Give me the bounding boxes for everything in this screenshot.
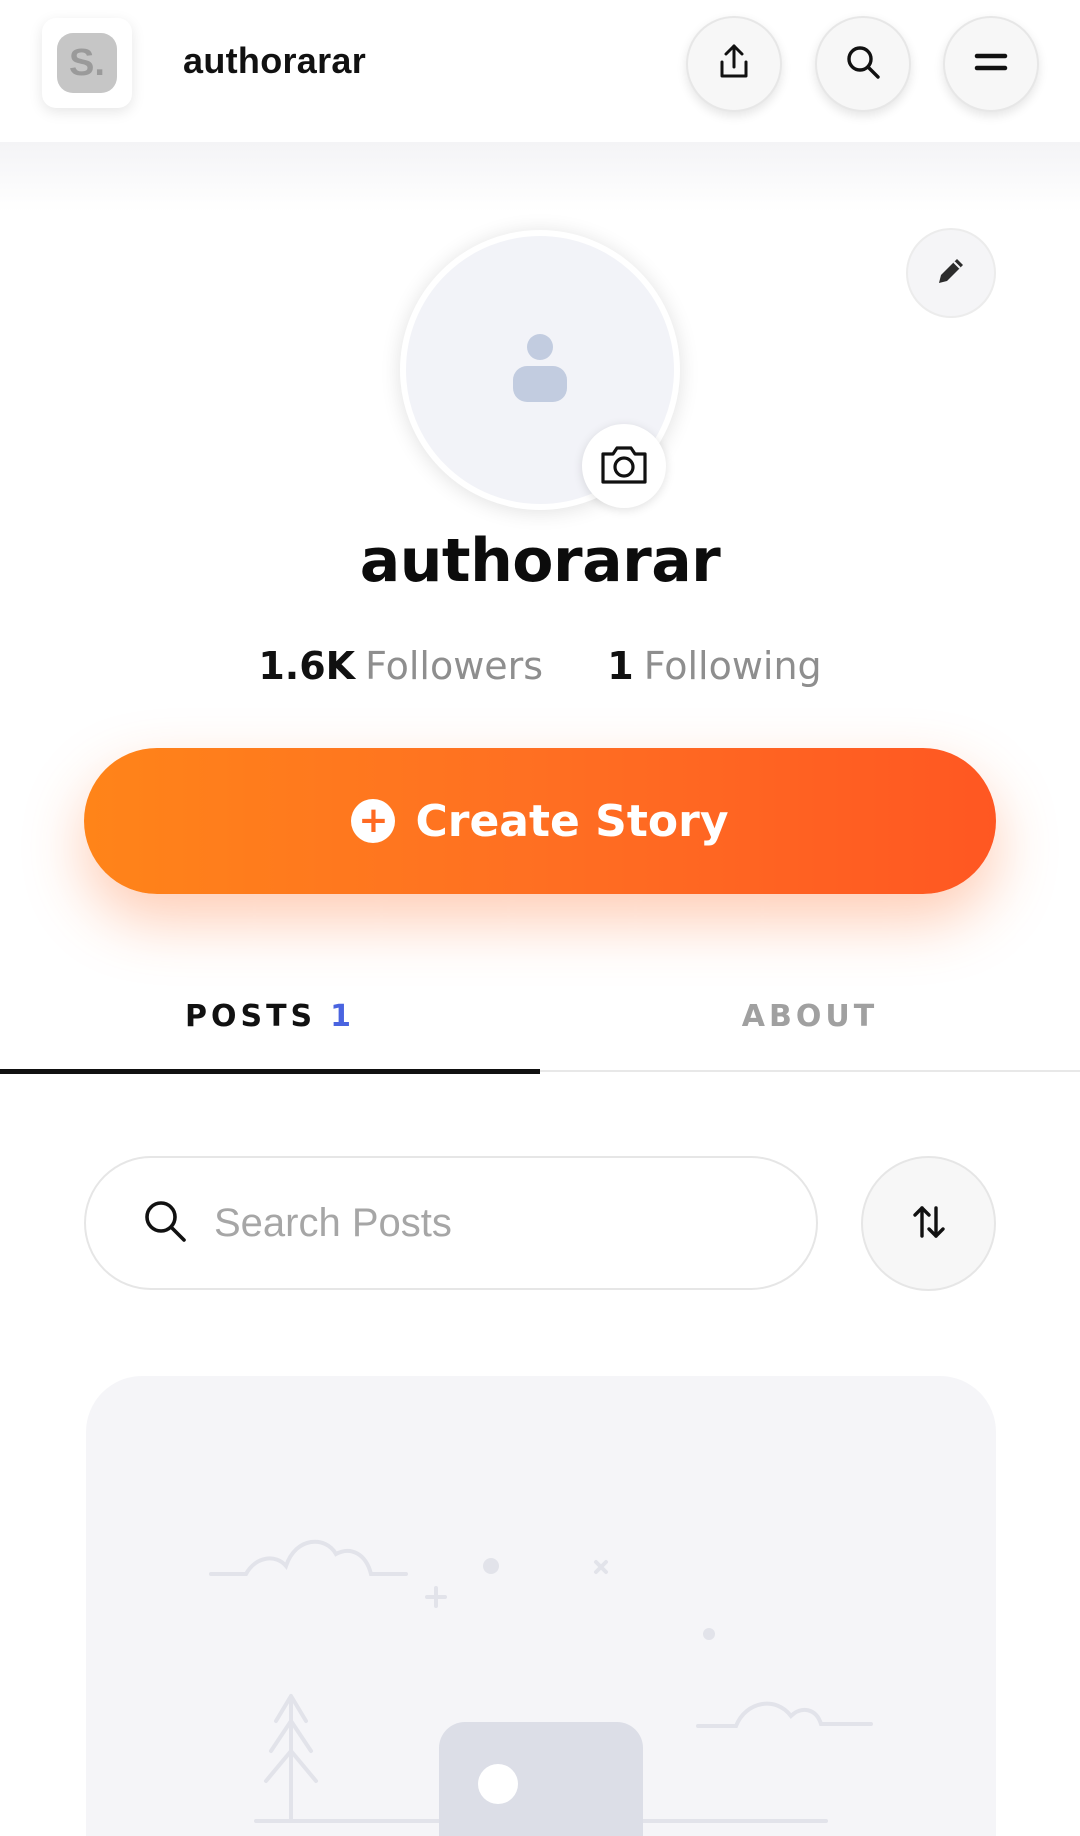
header-shadow-band	[0, 142, 1080, 212]
logo-mark: S.	[57, 33, 117, 93]
search-icon	[142, 1198, 188, 1248]
menu-button[interactable]	[943, 16, 1039, 112]
tab-posts-label: POSTS	[184, 998, 317, 1034]
plus-icon: +	[351, 799, 396, 843]
share-button[interactable]	[686, 16, 782, 112]
post-card[interactable]	[86, 1376, 996, 1836]
image-placeholder-illustration	[209, 1539, 873, 1836]
tab-about-label: ABOUT	[741, 998, 879, 1034]
following-stat[interactable]: 1 Following	[607, 644, 821, 688]
camera-icon	[599, 442, 649, 490]
tab-about[interactable]: ABOUT	[540, 960, 1080, 1072]
edit-profile-button[interactable]	[906, 228, 996, 318]
user-placeholder-icon	[510, 333, 570, 407]
pencil-icon	[933, 253, 969, 293]
header-title: authorarar	[183, 40, 367, 81]
followers-count: 1.6K	[258, 644, 356, 688]
change-photo-button[interactable]	[582, 424, 666, 508]
active-tab-indicator	[0, 1069, 540, 1074]
search-icon	[843, 42, 883, 86]
menu-icon	[971, 42, 1011, 86]
followers-label: Followers	[365, 644, 544, 688]
search-placeholder: Search Posts	[214, 1200, 452, 1245]
header-search-button[interactable]	[815, 16, 911, 112]
following-label: Following	[643, 644, 822, 688]
following-count: 1	[607, 644, 634, 688]
sort-icon	[909, 1202, 949, 1246]
share-icon	[714, 42, 754, 86]
followers-stat[interactable]: 1.6K Followers	[258, 644, 555, 688]
tab-posts[interactable]: POSTS 1	[0, 960, 540, 1074]
profile-tabs: POSTS 1 ABOUT	[0, 960, 1080, 1074]
search-posts-input[interactable]: Search Posts	[84, 1156, 818, 1290]
profile-name: authorarar	[359, 526, 721, 596]
follow-stats: 1.6K Followers 1 Following	[0, 644, 1080, 688]
app-logo[interactable]: S.	[42, 18, 132, 108]
tab-posts-count: 1	[330, 998, 356, 1034]
create-story-label: Create Story	[415, 795, 729, 847]
sort-button[interactable]	[861, 1156, 996, 1291]
top-bar: S. authorarar	[0, 0, 1080, 142]
create-story-button[interactable]: + Create Story	[84, 748, 996, 894]
